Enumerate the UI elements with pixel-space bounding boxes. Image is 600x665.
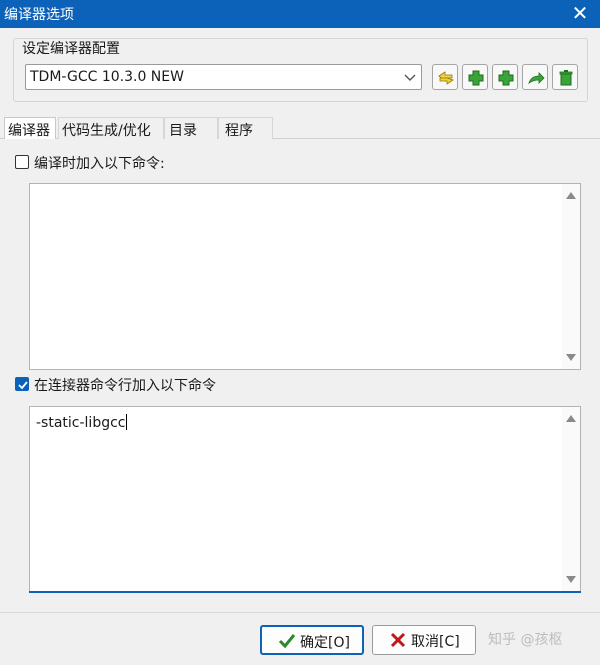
compiler-config-label: 设定编译器配置 bbox=[22, 41, 120, 57]
add-config-icon bbox=[468, 70, 484, 86]
checkmark-icon bbox=[278, 634, 296, 649]
focus-underline bbox=[29, 591, 581, 593]
ok-button[interactable]: 确定[O] bbox=[260, 625, 364, 655]
scroll-up-icon[interactable] bbox=[566, 192, 576, 199]
add-new-config-icon bbox=[498, 70, 514, 86]
add-config-button[interactable] bbox=[462, 64, 488, 90]
tab-compiler[interactable]: 编译器 bbox=[4, 117, 56, 139]
compile-cmd-scrollbar[interactable] bbox=[562, 184, 580, 369]
ok-label: 确定[O] bbox=[300, 635, 350, 651]
rename-config-icon bbox=[438, 71, 454, 85]
linker-cmd-scrollbar[interactable] bbox=[562, 407, 580, 591]
title-bar: 编译器选项 ✕ bbox=[0, 0, 600, 28]
window-title: 编译器选项 bbox=[4, 7, 74, 23]
close-icon[interactable]: ✕ bbox=[570, 2, 590, 24]
chevron-down-icon bbox=[404, 74, 416, 81]
tab-codegen-optimization[interactable]: 代码生成/优化 bbox=[58, 117, 164, 139]
cancel-label: 取消[C] bbox=[411, 634, 460, 650]
linker-cmd-value: -static-libgcc bbox=[36, 414, 127, 431]
linker-cmd-textarea[interactable]: -static-libgcc bbox=[29, 406, 581, 592]
export-config-button[interactable] bbox=[522, 64, 548, 90]
linker-cmd-label: 在连接器命令行加入以下命令 bbox=[34, 378, 216, 394]
footer-divider bbox=[0, 612, 600, 613]
tab-programs[interactable]: 程序 bbox=[218, 117, 273, 139]
text-caret bbox=[125, 414, 127, 430]
add-new-config-button[interactable] bbox=[492, 64, 518, 90]
compile-cmd-label: 编译时加入以下命令: bbox=[34, 156, 165, 172]
compiler-config-value: TDM-GCC 10.3.0 NEW bbox=[30, 69, 184, 85]
tab-directories[interactable]: 目录 bbox=[164, 117, 218, 139]
export-config-icon bbox=[528, 72, 545, 84]
close-icon bbox=[390, 632, 406, 648]
scroll-down-icon[interactable] bbox=[566, 354, 576, 361]
rename-config-button[interactable] bbox=[432, 64, 458, 90]
linker-cmd-checkbox[interactable] bbox=[15, 377, 29, 391]
checkmark-icon bbox=[18, 381, 28, 390]
compile-cmd-textarea[interactable] bbox=[29, 183, 581, 370]
delete-config-button[interactable] bbox=[552, 64, 578, 90]
compile-cmd-checkbox[interactable] bbox=[15, 155, 29, 169]
cancel-button[interactable]: 取消[C] bbox=[372, 625, 476, 655]
compiler-config-select[interactable]: TDM-GCC 10.3.0 NEW bbox=[25, 64, 422, 90]
watermark: 知乎 @孩枢 bbox=[488, 632, 563, 648]
scroll-up-icon[interactable] bbox=[566, 415, 576, 422]
delete-config-icon bbox=[559, 70, 573, 86]
scroll-down-icon[interactable] bbox=[566, 576, 576, 583]
